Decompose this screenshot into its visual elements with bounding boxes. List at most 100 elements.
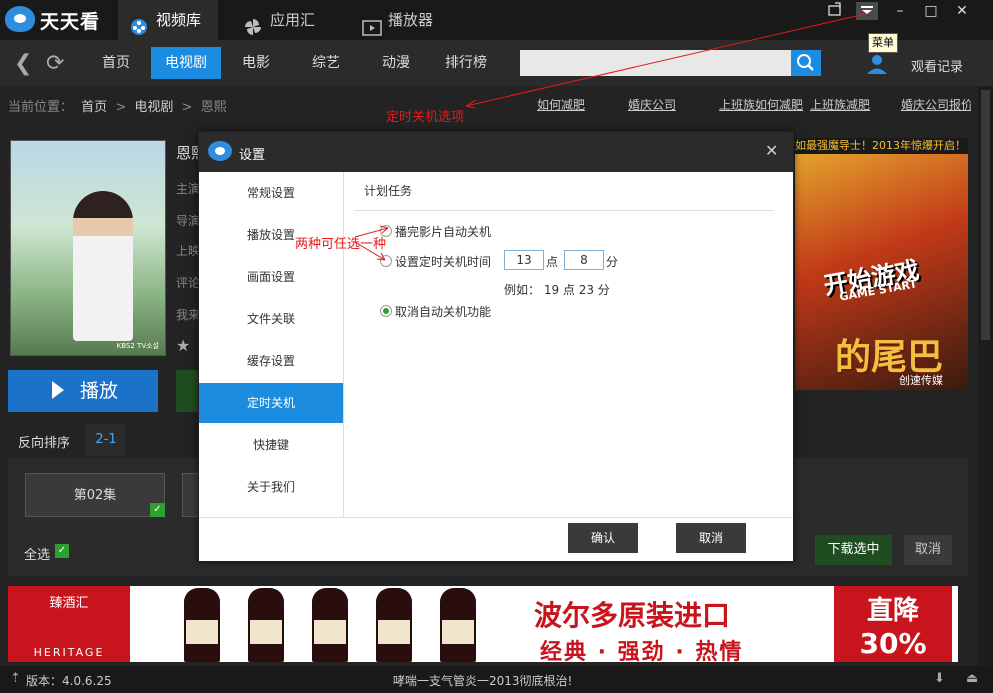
settings-dialog: 设置 ✕ 常规设置 播放设置 画面设置 文件关联 缓存设置 定时关机 快捷键 关… (198, 131, 794, 562)
upload-icon[interactable]: ⇡ (10, 671, 21, 686)
banner-brand-block: 臻酒汇 HERITAGE (8, 586, 130, 662)
banner-promo-value: 30% (859, 627, 927, 660)
player-icon (362, 11, 382, 36)
option-label: 取消自动关机功能 (395, 305, 492, 319)
annotation-choose-one: 两种可任选一种 (295, 237, 387, 252)
divider (354, 210, 774, 211)
ad-link[interactable]: 婚庆公司报价 (901, 96, 971, 113)
game-ad[interactable]: 如最强魔导士！2013年惊爆开启！ 开始游戏 GAME START 的尾巴 创速… (795, 138, 968, 390)
dialog-close-icon[interactable]: ✕ (765, 141, 778, 160)
radio-cancel-shutdown[interactable] (380, 305, 392, 317)
tab-video-library[interactable]: 视频库 (118, 0, 218, 40)
breadcrumb-item-home[interactable]: 首页 (81, 100, 107, 115)
refresh-icon[interactable]: ⟳ (46, 51, 64, 76)
scrollbar-thumb[interactable] (981, 90, 990, 340)
wine-bottle-image (440, 588, 476, 662)
tab-player[interactable]: 播放器 (362, 0, 462, 40)
close-button[interactable]: ✕ (951, 2, 973, 20)
ad-link[interactable]: 上班族如何减肥 (719, 96, 803, 113)
wine-banner-ad[interactable]: 臻酒汇 HERITAGE 波尔多原装进口 经典 · 强劲 · 热情 直降 30% (8, 586, 958, 662)
play-button[interactable]: 播放 (8, 370, 158, 412)
nav-item-tv[interactable]: 电视剧 (151, 47, 221, 79)
menu-button[interactable] (856, 2, 878, 20)
download-icon[interactable]: ⬇ (934, 671, 945, 686)
hour-input[interactable]: 13 (504, 250, 544, 270)
option-label: 播完影片自动关机 (395, 225, 492, 239)
breadcrumb: 当前位置： 首页 > 电视剧 > 恩熙 (8, 96, 231, 115)
ad-link[interactable]: 如何减肥 (537, 96, 585, 113)
app-window: 天天看 视频库 应用汇 播放器 – □ ✕ ❮ ⟳ 首页 电视剧 电影 综艺 动… (0, 0, 993, 693)
ad-link[interactable]: 上班族减肥 (810, 96, 870, 113)
download-button-partial[interactable] (176, 370, 200, 412)
check-icon: ✓ (150, 503, 165, 517)
dialog-title: 设置 (239, 148, 266, 163)
app-name: 天天看 (40, 11, 101, 33)
cancel-button[interactable]: 取消 (676, 523, 746, 553)
sidebar-item-general[interactable]: 常规设置 (199, 173, 343, 213)
poster-caption: KBS2 TV소설 (116, 342, 159, 350)
play-label: 播放 (80, 380, 119, 402)
sidebar-item-about[interactable]: 关于我们 (199, 467, 343, 507)
select-all-checkbox[interactable]: ✓ (55, 544, 69, 558)
banner-subline: 经典 · 强劲 · 热情 (540, 640, 744, 662)
minimize-button[interactable]: – (889, 2, 911, 20)
nav-item-home[interactable]: 首页 (91, 47, 141, 79)
play-icon (52, 380, 64, 399)
dialog-header: 设置 ✕ (199, 132, 793, 172)
title-bar: 天天看 视频库 应用汇 播放器 – □ ✕ (0, 0, 993, 40)
status-bar: ⇡ 版本：4.0.6.25 哮喘一支气管炎一2013彻底根治! ⬇ ⏏ (0, 666, 993, 693)
minute-unit: 分 (606, 255, 619, 269)
sidebar-item-cache[interactable]: 缓存设置 (199, 341, 343, 381)
show-poster[interactable]: KBS2 TV소설 (10, 140, 166, 356)
banner-brand-en: HERITAGE (33, 646, 105, 659)
menu-tooltip: 菜单 (868, 33, 898, 53)
tab-label: 视频库 (156, 11, 202, 29)
sidebar-item-display[interactable]: 画面设置 (199, 257, 343, 297)
nav-item-ranking[interactable]: 排行榜 (438, 47, 494, 79)
app-logo-icon (5, 6, 35, 32)
version-text: 版本：4.0.6.25 (26, 674, 112, 688)
sidebar-item-shutdown[interactable]: 定时关机 (199, 383, 343, 423)
radio-timed-shutdown[interactable] (380, 255, 392, 267)
nav-item-variety[interactable]: 综艺 (300, 47, 352, 79)
banner-brand: 臻酒汇 (49, 596, 89, 611)
annotation-shutdown-option: 定时关机选项 (386, 110, 465, 125)
back-arrow-icon[interactable]: ❮ (14, 51, 32, 76)
game-ad-brand: 创速传媒 (899, 374, 943, 387)
sidebar-item-file-assoc[interactable]: 文件关联 (199, 299, 343, 339)
breadcrumb-sep: > (115, 100, 127, 115)
settings-sidebar: 常规设置 播放设置 画面设置 文件关联 缓存设置 定时关机 快捷键 关于我们 (199, 172, 344, 517)
example-text: 例如： 19 点 23 分 (504, 283, 610, 297)
episode-button[interactable]: 第02集 (25, 473, 165, 517)
search-icon (797, 54, 814, 71)
user-icon[interactable] (866, 53, 888, 75)
wine-bottle-image (376, 588, 412, 662)
nav-item-anime[interactable]: 动漫 (370, 47, 422, 79)
sidebar-item-hotkeys[interactable]: 快捷键 (199, 425, 343, 465)
banner-headline: 波尔多原装进口 (534, 599, 731, 632)
cancel-selection-button[interactable]: 取消 (904, 535, 952, 565)
star-icon[interactable]: ★ (176, 336, 190, 355)
reverse-sort-button[interactable]: 反向排序 (18, 432, 70, 451)
breadcrumb-item-current: 恩熙 (200, 100, 227, 115)
poster-figure (73, 191, 133, 341)
apps-fan-icon (244, 11, 262, 35)
annotation-arrow-head (465, 99, 477, 109)
watch-history-link[interactable]: 观看记录 (911, 56, 963, 75)
tab-apps[interactable]: 应用汇 (244, 0, 344, 40)
episode-range-tab[interactable]: 2-1 (86, 424, 126, 456)
search-input[interactable] (520, 50, 792, 76)
download-selected-button[interactable]: 下载选中 (815, 535, 892, 565)
maximize-button[interactable]: □ (920, 2, 942, 20)
ad-link[interactable]: 婚庆公司 (628, 96, 676, 113)
minute-input[interactable]: 8 (564, 250, 604, 270)
status-message[interactable]: 哮喘一支气管炎一2013彻底根治! (393, 672, 572, 689)
skin-icon[interactable] (824, 2, 846, 20)
eject-icon[interactable]: ⏏ (966, 671, 978, 686)
breadcrumb-item-tv[interactable]: 电视剧 (134, 100, 173, 115)
nav-item-movie[interactable]: 电影 (230, 47, 282, 79)
confirm-button[interactable]: 确认 (568, 523, 638, 553)
meta-label: 评论 (176, 276, 201, 290)
search-button[interactable] (791, 50, 821, 76)
hour-unit: 点 (546, 255, 559, 269)
